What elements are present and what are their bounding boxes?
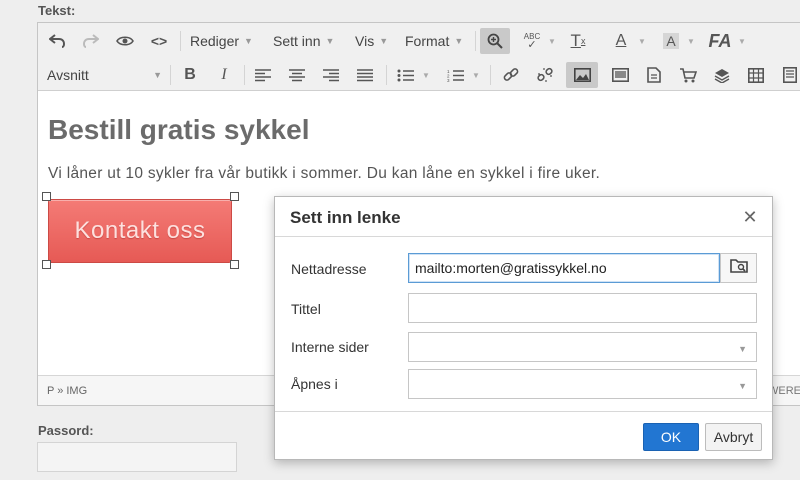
- toolbar-divider: [490, 65, 491, 85]
- ok-button[interactable]: OK: [643, 423, 699, 451]
- url-label: Nettadresse: [291, 261, 367, 277]
- spellcheck-icon[interactable]: ABC ✓: [519, 28, 545, 54]
- password-field-label: Passord:: [38, 423, 94, 438]
- chevron-down-icon: ▼: [244, 36, 253, 46]
- resize-handle-top-left[interactable]: [42, 192, 51, 201]
- chevron-down-icon: ▼: [472, 71, 480, 80]
- dialog-header: Sett inn lenke ✕: [275, 197, 772, 237]
- numbered-list-icon[interactable]: 123: [442, 62, 468, 88]
- justify-icon[interactable]: [352, 62, 378, 88]
- chevron-down-icon: ▼: [548, 37, 556, 46]
- resize-handle-bottom-left[interactable]: [42, 260, 51, 269]
- chevron-down-icon: ▼: [325, 36, 335, 46]
- open-in-select[interactable]: ▼: [408, 369, 757, 399]
- toolbar-row-2: Avsnitt ▼ B I ▼ 123 ▼: [38, 59, 800, 91]
- menu-insert[interactable]: Sett inn ▼: [273, 28, 334, 54]
- align-left-icon[interactable]: [250, 62, 276, 88]
- dialog-footer: OK Avbryt: [275, 411, 772, 459]
- media-icon[interactable]: [607, 62, 633, 88]
- paragraph-format-select[interactable]: Avsnitt ▼: [47, 62, 162, 88]
- editor-toolbar: <> Rediger ▼ Sett inn ▼ Vis ▼ Format ▼ ABC ✓ …: [38, 23, 800, 91]
- selected-image-wrapper[interactable]: Kontakt oss: [42, 192, 239, 269]
- layers-icon[interactable]: [709, 62, 735, 88]
- contact-button-label: Kontakt oss: [74, 217, 206, 244]
- internal-pages-label: Interne sider: [291, 339, 369, 355]
- paragraph-format-label: Avsnitt: [47, 67, 89, 83]
- shop-icon[interactable]: [675, 62, 701, 88]
- align-right-icon[interactable]: [318, 62, 344, 88]
- toolbar-divider: [386, 65, 387, 85]
- browse-folder-icon: [729, 258, 748, 278]
- content-heading: Bestill gratis sykkel: [48, 114, 310, 145]
- menu-edit[interactable]: Rediger ▼: [190, 28, 253, 54]
- title-input[interactable]: [408, 293, 757, 323]
- chevron-down-icon: ▼: [687, 37, 695, 46]
- redo-icon[interactable]: [78, 28, 104, 54]
- undo-icon[interactable]: [44, 28, 70, 54]
- chevron-down-icon: ▼: [738, 37, 746, 46]
- dialog-title: Sett inn lenke: [290, 208, 401, 227]
- toolbar-divider: [475, 31, 476, 51]
- link-icon[interactable]: [498, 62, 524, 88]
- cancel-button[interactable]: Avbryt: [705, 423, 762, 451]
- preview-eye-icon[interactable]: [112, 28, 138, 54]
- chevron-down-icon: ▼: [454, 36, 464, 46]
- more-icon[interactable]: [777, 62, 800, 88]
- menu-insert-label: Sett inn: [273, 33, 321, 49]
- menu-view[interactable]: Vis ▼: [355, 28, 388, 54]
- bold-icon[interactable]: B: [177, 62, 203, 88]
- menu-edit-label: Rediger: [190, 33, 240, 49]
- zoom-icon[interactable]: [480, 28, 510, 54]
- menu-format-label: Format: [405, 33, 450, 49]
- font-size-icon[interactable]: FA: [705, 28, 735, 54]
- contact-button-image[interactable]: Kontakt oss: [48, 199, 232, 263]
- title-label: Tittel: [291, 301, 321, 317]
- clear-formatting-icon[interactable]: Tx: [565, 28, 591, 54]
- chevron-down-icon: ▼: [379, 36, 389, 46]
- element-path[interactable]: P » IMG: [47, 385, 87, 397]
- chevron-down-icon: ▼: [738, 344, 747, 354]
- open-in-label: Åpnes i: [291, 376, 338, 392]
- template-icon[interactable]: [641, 62, 667, 88]
- close-icon[interactable]: ✕: [738, 205, 762, 229]
- bullet-list-icon[interactable]: [392, 62, 418, 88]
- internal-pages-select[interactable]: ▼: [408, 332, 757, 362]
- unlink-icon[interactable]: [532, 62, 558, 88]
- chevron-down-icon: ▼: [638, 37, 646, 46]
- toolbar-row-1: <> Rediger ▼ Sett inn ▼ Vis ▼ Format ▼ ABC ✓ …: [38, 25, 800, 57]
- svg-text:3: 3: [447, 78, 450, 82]
- resize-handle-top-right[interactable]: [230, 192, 239, 201]
- align-center-icon[interactable]: [284, 62, 310, 88]
- content-paragraph: Vi låner ut 10 sykler fra vår butikk i s…: [48, 165, 601, 182]
- background-color-icon[interactable]: A: [658, 28, 684, 54]
- italic-icon[interactable]: I: [211, 62, 237, 88]
- table-icon[interactable]: [743, 62, 769, 88]
- toolbar-divider: [180, 31, 181, 51]
- url-input[interactable]: mailto:morten@gratissykkel.no: [408, 253, 720, 283]
- insert-link-dialog: Sett inn lenke ✕ Nettadresse mailto:mort…: [274, 196, 773, 460]
- menu-format[interactable]: Format ▼: [405, 28, 463, 54]
- source-code-icon[interactable]: <>: [146, 28, 172, 54]
- chevron-down-icon: ▼: [422, 71, 430, 80]
- image-icon[interactable]: [566, 62, 598, 88]
- browse-button[interactable]: [720, 253, 757, 283]
- text-field-label: Tekst:: [38, 3, 76, 18]
- password-input[interactable]: [37, 442, 237, 472]
- resize-handle-bottom-right[interactable]: [230, 260, 239, 269]
- toolbar-divider: [244, 65, 245, 85]
- text-color-icon[interactable]: A: [608, 28, 634, 54]
- chevron-down-icon: ▼: [153, 70, 162, 80]
- toolbar-divider: [170, 65, 171, 85]
- chevron-down-icon: ▼: [738, 381, 747, 391]
- menu-view-label: Vis: [355, 33, 375, 49]
